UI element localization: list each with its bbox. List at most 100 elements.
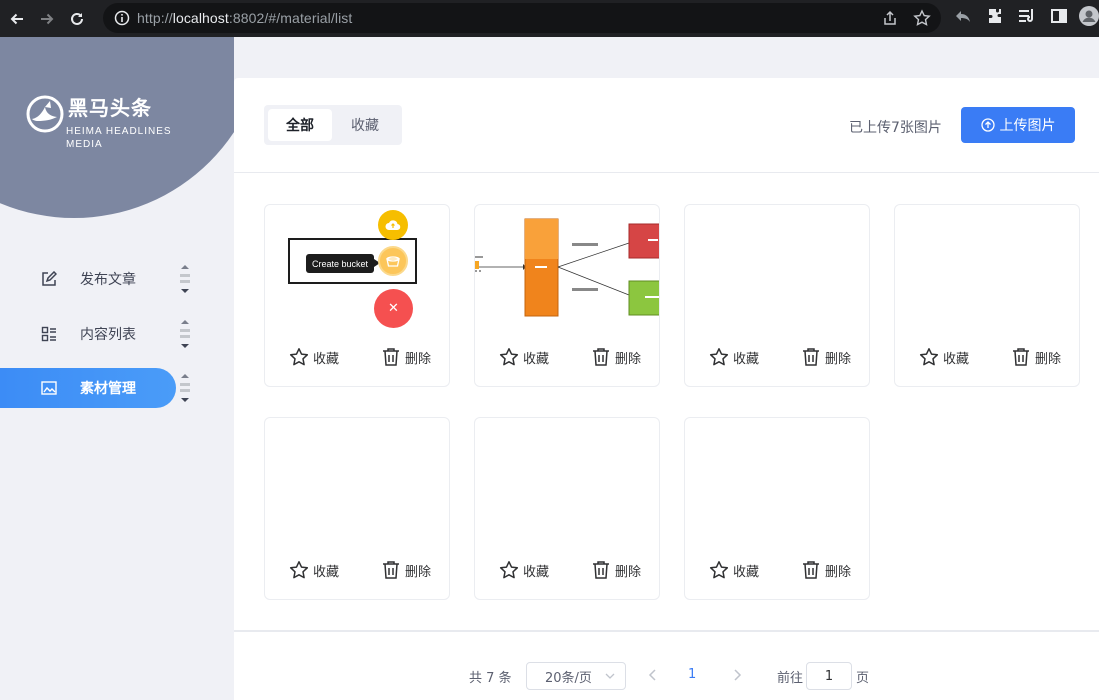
sidepanel-icon[interactable] xyxy=(1049,6,1069,26)
forward-icon[interactable] xyxy=(34,6,60,32)
chevron-down-icon xyxy=(605,673,615,679)
material-thumbnail[interactable] xyxy=(475,205,659,331)
url-text: http://localhost:8802/#/material/list xyxy=(137,10,353,26)
material-thumbnail[interactable] xyxy=(265,418,449,544)
create-bucket-tooltip: Create bucket xyxy=(306,254,381,273)
favorite-button[interactable]: 收藏 xyxy=(709,558,759,582)
delete-button[interactable]: 删除 xyxy=(591,345,641,369)
sidebar-item-publish[interactable]: 发布文章 xyxy=(0,259,176,299)
star-icon xyxy=(709,348,729,366)
sidebar-item-label: 发布文章 xyxy=(80,272,136,288)
next-page-button[interactable] xyxy=(730,666,744,688)
material-thumbnail[interactable] xyxy=(685,205,869,331)
divider xyxy=(234,630,1099,632)
upload-image-button[interactable]: 上传图片 xyxy=(961,107,1075,143)
tab-favorites[interactable]: 收藏 xyxy=(332,109,398,141)
favorite-label: 收藏 xyxy=(313,351,340,367)
favorite-button[interactable]: 收藏 xyxy=(499,558,549,582)
material-thumbnail[interactable] xyxy=(895,205,1079,331)
material-card[interactable]: 收藏 删除 xyxy=(474,204,660,387)
browser-toolbar: http://localhost:8802/#/material/list xyxy=(0,0,1099,37)
page-size-value: 20条/页 xyxy=(545,670,592,686)
delete-label: 删除 xyxy=(1035,351,1062,367)
chevron-left-icon xyxy=(648,669,656,681)
material-thumbnail[interactable] xyxy=(475,418,659,544)
page-number-current[interactable]: 1 xyxy=(688,667,696,682)
delete-button[interactable]: 删除 xyxy=(591,558,641,582)
material-card[interactable]: 收藏 删除 xyxy=(474,417,660,600)
sidebar-item-label: 内容列表 xyxy=(80,327,136,343)
favorite-button[interactable]: 收藏 xyxy=(709,345,759,369)
material-card[interactable]: 收藏 删除 xyxy=(264,417,450,600)
scroll-arrows-icon xyxy=(180,320,190,348)
favorite-label: 收藏 xyxy=(943,351,970,367)
cloud-upload-icon xyxy=(378,210,408,240)
delete-button[interactable]: 删除 xyxy=(381,558,431,582)
delete-label: 删除 xyxy=(615,564,642,580)
brand-logo[interactable]: 黑马头条 HEIMA HEADLINES MEDIA xyxy=(26,95,172,151)
media-icon[interactable] xyxy=(1017,6,1037,26)
trash-icon xyxy=(593,561,609,579)
material-card[interactable]: 收藏 删除 xyxy=(684,417,870,600)
goto-label: 前往 xyxy=(777,671,804,686)
delete-label: 删除 xyxy=(405,351,432,367)
star-icon xyxy=(289,561,309,579)
scroll-arrows-icon xyxy=(180,265,190,293)
delete-button[interactable]: 删除 xyxy=(801,558,851,582)
favorite-label: 收藏 xyxy=(523,564,550,580)
sidebar: 黑马头条 HEIMA HEADLINES MEDIA 发布文章 内容列表 素材管理 xyxy=(0,37,234,700)
heima-logo-icon xyxy=(26,95,64,133)
chevron-right-icon xyxy=(734,669,742,681)
upload-button-label: 上传图片 xyxy=(999,118,1056,134)
reply-icon[interactable] xyxy=(953,6,973,26)
pagination-total: 共 7 条 xyxy=(469,671,512,686)
site-info-icon[interactable] xyxy=(113,9,131,27)
favorite-label: 收藏 xyxy=(313,564,340,580)
delete-button[interactable]: 删除 xyxy=(801,345,851,369)
extensions-icon[interactable] xyxy=(985,6,1005,26)
star-icon xyxy=(709,561,729,579)
back-icon[interactable] xyxy=(4,6,30,32)
profile-avatar-icon[interactable] xyxy=(1079,6,1099,26)
delete-label: 删除 xyxy=(825,351,852,367)
brand-name-cn: 黑马头条 xyxy=(68,96,152,120)
page-size-select[interactable]: 20条/页 xyxy=(526,662,626,690)
close-icon: ✕ xyxy=(374,289,413,328)
material-thumbnail[interactable] xyxy=(685,418,869,544)
upload-count-text: 已上传7张图片 xyxy=(849,120,942,136)
prev-page-button[interactable] xyxy=(646,666,660,688)
favorite-button[interactable]: 收藏 xyxy=(919,345,969,369)
trash-icon xyxy=(803,348,819,366)
edit-icon xyxy=(40,270,58,288)
delete-button[interactable]: 删除 xyxy=(381,345,431,369)
delete-label: 删除 xyxy=(405,564,432,580)
upload-circle-icon xyxy=(980,118,995,132)
material-thumbnail[interactable]: Create bucket ✕ xyxy=(265,205,449,331)
favorite-label: 收藏 xyxy=(733,351,760,367)
delete-label: 删除 xyxy=(615,351,642,367)
trash-icon xyxy=(593,348,609,366)
reload-icon[interactable] xyxy=(64,6,90,32)
sidebar-item-material[interactable]: 素材管理 xyxy=(0,368,176,408)
divider xyxy=(234,172,1099,173)
favorite-button[interactable]: 收藏 xyxy=(289,345,339,369)
page-suffix-label: 页 xyxy=(856,671,870,686)
share-icon[interactable] xyxy=(881,9,899,31)
favorite-button[interactable]: 收藏 xyxy=(289,558,339,582)
star-icon xyxy=(499,561,519,579)
sidebar-item-content-list[interactable]: 内容列表 xyxy=(0,314,176,354)
favorite-label: 收藏 xyxy=(523,351,550,367)
star-icon xyxy=(499,348,519,366)
trash-icon xyxy=(383,561,399,579)
star-icon xyxy=(289,348,309,366)
material-card[interactable]: 收藏 删除 xyxy=(894,204,1080,387)
goto-page-input[interactable]: 1 xyxy=(806,662,852,690)
material-card[interactable]: Create bucket ✕ 收藏 删除 xyxy=(264,204,450,387)
bookmark-star-icon[interactable] xyxy=(913,9,931,31)
material-card[interactable]: 收藏 删除 xyxy=(684,204,870,387)
address-bar[interactable]: http://localhost:8802/#/material/list xyxy=(103,3,941,33)
material-panel: 全部 收藏 已上传7张图片 上传图片 Create bucket ✕ 收藏 删除… xyxy=(234,78,1099,700)
delete-button[interactable]: 删除 xyxy=(1011,345,1061,369)
favorite-button[interactable]: 收藏 xyxy=(499,345,549,369)
tab-all[interactable]: 全部 xyxy=(268,109,332,141)
